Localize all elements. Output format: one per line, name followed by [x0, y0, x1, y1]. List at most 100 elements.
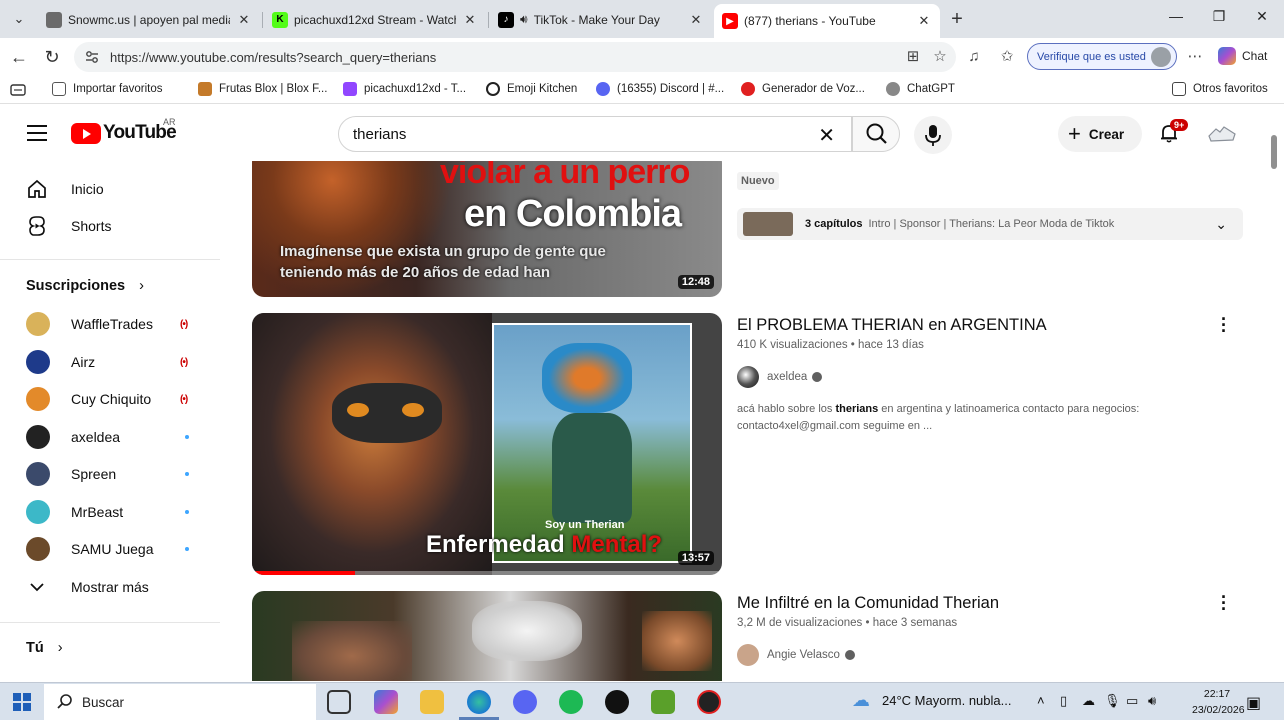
- site-info-icon[interactable]: [84, 49, 100, 65]
- page-scrollbar[interactable]: [1268, 129, 1280, 680]
- onedrive-icon[interactable]: ☁: [1082, 693, 1095, 709]
- tab-actions-chevron-icon[interactable]: ⌄: [8, 8, 30, 30]
- channel-name: axeldea: [767, 371, 808, 383]
- show-hidden-icons-chevron-icon[interactable]: ˄: [1037, 693, 1045, 708]
- account-avatar[interactable]: [1206, 120, 1238, 148]
- subscription-item[interactable]: axeldea: [0, 418, 220, 456]
- volume-icon[interactable]: 🔊︎: [1148, 693, 1156, 709]
- restore-icon[interactable]: ❐: [1209, 8, 1229, 25]
- favorite-star-icon[interactable]: ☆: [930, 47, 950, 67]
- discord-icon[interactable]: [513, 690, 537, 714]
- favorites-icon[interactable]: ✩: [997, 47, 1017, 67]
- tab-snowmc[interactable]: Snowmc.us | apoyen pal media u ✕: [38, 4, 260, 35]
- microphone-icon[interactable]: 🎙︎: [1104, 693, 1121, 709]
- video-thumbnail[interactable]: Soy un Therian Enfermedad Mental? 13:57: [252, 313, 722, 575]
- subscription-item[interactable]: Airz (•): [0, 343, 220, 381]
- profile-verify-button[interactable]: Verifique que es usted: [1027, 43, 1177, 70]
- bookmark-twitch[interactable]: picachuxd12xd - T...: [343, 82, 466, 96]
- hamburger-menu-icon[interactable]: [27, 125, 47, 141]
- channel-link[interactable]: axeldea: [737, 366, 823, 388]
- address-bar[interactable]: https://www.youtube.com/results?search_q…: [74, 42, 956, 72]
- upload-age: hace 3 semanas: [872, 617, 958, 629]
- subscription-item[interactable]: MrBeast: [0, 493, 220, 531]
- close-tab-icon[interactable]: ✕: [916, 13, 932, 29]
- browser-toolbar: ← ↻ https://www.youtube.com/results?sear…: [0, 38, 1284, 76]
- task-view-icon[interactable]: [327, 690, 351, 714]
- minimize-icon[interactable]: —: [1166, 8, 1186, 24]
- close-window-icon[interactable]: ✕: [1252, 8, 1272, 25]
- video-thumbnail[interactable]: [252, 591, 722, 681]
- network-icon[interactable]: ▭: [1126, 693, 1138, 709]
- show-more-button[interactable]: Mostrar más: [0, 568, 220, 606]
- create-label: Crear: [1088, 126, 1125, 142]
- media-control-icon[interactable]: ♫: [964, 47, 984, 67]
- spotify-icon[interactable]: [559, 690, 583, 714]
- chevron-down-icon[interactable]: ⌄: [1215, 216, 1227, 233]
- tab-kick-stream[interactable]: K picachuxd12xd Stream - Watch Li ✕: [264, 4, 486, 35]
- tab-youtube-active[interactable]: ▶ (877) therians - YouTube ✕: [714, 4, 940, 38]
- search-input[interactable]: therians ✕: [338, 116, 852, 152]
- notifications-button[interactable]: 9+: [1158, 119, 1189, 144]
- back-arrow-icon[interactable]: ←: [8, 46, 30, 68]
- new-tab-plus-icon[interactable]: +: [946, 8, 968, 31]
- video-title[interactable]: Me Infiltré en la Comunidad Therian: [737, 594, 999, 613]
- copilot-icon[interactable]: [374, 690, 398, 714]
- channel-link[interactable]: Angie Velasco: [737, 644, 855, 666]
- create-button[interactable]: + Crear: [1058, 116, 1142, 152]
- scrollbar-thumb[interactable]: [1271, 135, 1277, 169]
- shorts-icon: [29, 216, 45, 236]
- obs-icon[interactable]: [697, 690, 721, 714]
- subscription-item[interactable]: WaffleTrades (•): [0, 305, 220, 343]
- other-bookmarks-folder[interactable]: Otros favoritos: [1172, 82, 1268, 96]
- close-tab-icon[interactable]: ✕: [236, 12, 252, 28]
- notification-badge: 9+: [1170, 119, 1189, 131]
- subscription-item[interactable]: SAMU Juega: [0, 530, 220, 568]
- more-actions-icon[interactable]: · · ·: [1220, 310, 1228, 340]
- watch-progress-bar: [252, 571, 356, 575]
- you-header[interactable]: Tú ›: [26, 640, 63, 656]
- channel-avatar: [737, 366, 759, 388]
- copilot-chat-button[interactable]: Chat: [1218, 47, 1267, 65]
- youtube-logo[interactable]: YouTube AR: [71, 117, 177, 144]
- video-title[interactable]: El PROBLEMA THERIAN en ARGENTINA: [737, 316, 1047, 335]
- tab-tiktok[interactable]: ♪ 🔊︎ TikTok - Make Your Day ✕: [490, 4, 712, 35]
- bookmark-voice-generator[interactable]: Generador de Voz...: [741, 82, 865, 96]
- search-button[interactable]: [852, 116, 900, 152]
- notification-center-icon[interactable]: ▣: [1246, 693, 1261, 713]
- file-explorer-icon[interactable]: [420, 690, 444, 714]
- more-options-icon[interactable]: ⋯: [1185, 47, 1205, 67]
- subscriptions-header[interactable]: Suscripciones ›: [26, 278, 144, 294]
- more-actions-icon[interactable]: · · ·: [1220, 588, 1228, 618]
- chapters-row[interactable]: 3 capítulos Intro | Sponsor | Therians: …: [737, 208, 1243, 240]
- bookmark-discord[interactable]: (16355) Discord | #...: [596, 82, 724, 96]
- sidebar-toggle-icon[interactable]: [10, 84, 26, 96]
- close-tab-icon[interactable]: ✕: [462, 12, 478, 28]
- apps-icon[interactable]: ⊞: [903, 47, 923, 67]
- clear-search-icon[interactable]: ✕: [818, 123, 835, 148]
- speaker-icon[interactable]: 🔊︎: [520, 12, 528, 27]
- taskbar-search[interactable]: Buscar: [44, 684, 316, 720]
- bookmark-chatgpt[interactable]: ChatGPT: [886, 82, 955, 96]
- sidebar-item-home[interactable]: Inicio: [0, 170, 220, 208]
- url-text: https://www.youtube.com/results?search_q…: [110, 49, 437, 65]
- channel-name: MrBeast: [71, 504, 124, 520]
- sidebar-item-shorts[interactable]: Shorts: [0, 207, 220, 245]
- channel-avatar: [26, 537, 50, 561]
- minecraft-icon[interactable]: [651, 690, 675, 714]
- bookmark-import[interactable]: Importar favoritos: [52, 82, 162, 96]
- weather-text[interactable]: 24°C Mayorm. nubla...: [882, 693, 1011, 708]
- bookmark-blox-fruits[interactable]: Frutas Blox | Blox F...: [198, 82, 327, 96]
- voice-search-button[interactable]: [914, 116, 952, 154]
- system-clock[interactable]: 22:17 23/02/2026: [1192, 686, 1245, 718]
- close-tab-icon[interactable]: ✕: [688, 12, 704, 28]
- bookmark-emoji-kitchen[interactable]: Emoji Kitchen: [486, 82, 577, 96]
- reload-icon[interactable]: ↻: [41, 46, 63, 68]
- tray-app-icon[interactable]: ▯: [1060, 693, 1067, 709]
- windows-start-icon[interactable]: [13, 693, 31, 711]
- capcut-icon[interactable]: [605, 690, 629, 714]
- subscription-item[interactable]: Cuy Chiquito (•): [0, 380, 220, 418]
- subscription-item[interactable]: Spreen: [0, 455, 220, 493]
- verified-check-icon: [844, 650, 855, 660]
- edge-icon[interactable]: [467, 690, 491, 714]
- video-thumbnail[interactable]: violar a un perro en Colombia Imagínense…: [252, 161, 722, 297]
